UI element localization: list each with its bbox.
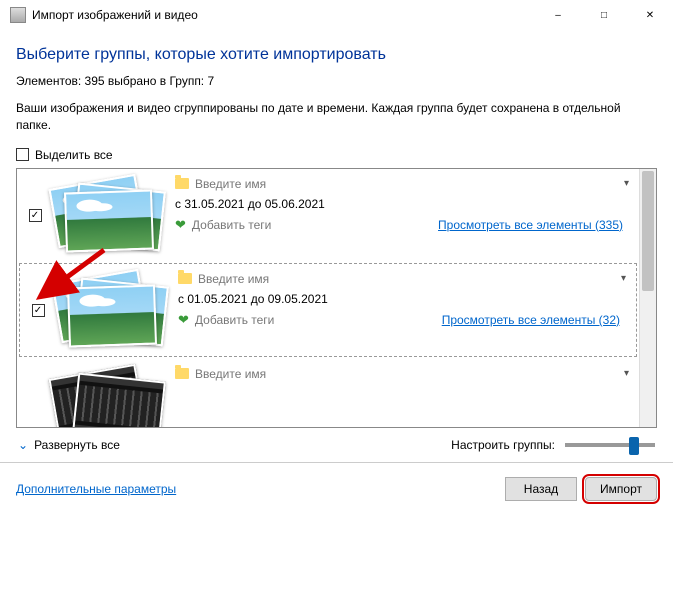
minimize-button[interactable]: – <box>535 0 581 30</box>
scrollbar[interactable] <box>639 169 656 427</box>
group-slider[interactable] <box>565 443 655 447</box>
group-checkbox[interactable]: ✓ <box>29 209 42 222</box>
expand-all-toggle[interactable]: ⌄ Развернуть все <box>18 438 120 452</box>
view-all-link[interactable]: Просмотреть все элементы (32) <box>442 313 620 327</box>
group-item[interactable]: ✓ Введите имя ▾ с 01.05.2021 до 09.05.20… <box>19 263 637 357</box>
close-button[interactable]: ✕ <box>627 0 673 30</box>
date-range: с 31.05.2021 до 05.06.2021 <box>175 197 629 211</box>
page-heading: Выберите группы, которые хотите импортир… <box>16 46 657 64</box>
footer: Дополнительные параметры Назад Импорт <box>0 462 673 515</box>
group-name-input[interactable]: Введите имя <box>195 367 618 381</box>
description-text: Ваши изображения и видео сгруппированы п… <box>16 100 657 134</box>
view-all-link[interactable]: Просмотреть все элементы (335) <box>438 218 623 232</box>
folder-icon <box>175 368 189 379</box>
back-button[interactable]: Назад <box>505 477 577 501</box>
scrollbar-thumb[interactable] <box>642 171 654 291</box>
slider-knob[interactable] <box>629 437 639 455</box>
thumbnail-stack <box>47 367 167 428</box>
tag-icon: ❤ <box>175 217 186 233</box>
maximize-button[interactable]: □ <box>581 0 627 30</box>
folder-icon <box>175 178 189 189</box>
add-tags-label[interactable]: Добавить теги <box>195 313 274 327</box>
groups-list: ✓ Введите имя ▾ с 31.05.2021 до 05.06.20… <box>16 168 657 428</box>
chevron-down-icon[interactable]: ▾ <box>624 178 629 189</box>
summary-text: Элементов: 395 выбрано в Групп: 7 <box>16 74 657 88</box>
select-all-label: Выделить все <box>35 148 113 162</box>
thumbnail-stack <box>47 177 167 255</box>
group-item[interactable]: Введите имя ▾ <box>17 359 639 428</box>
window-title: Импорт изображений и видео <box>32 8 535 22</box>
adjust-groups-label: Настроить группы: <box>451 438 555 452</box>
chevron-down-icon[interactable]: ▾ <box>621 273 626 284</box>
group-checkbox[interactable]: ✓ <box>32 304 45 317</box>
group-name-input[interactable]: Введите имя <box>198 272 615 286</box>
select-all-row[interactable]: Выделить все <box>16 148 657 162</box>
group-name-input[interactable]: Введите имя <box>195 177 618 191</box>
expand-all-label: Развернуть все <box>34 438 120 452</box>
titlebar: Импорт изображений и видео – □ ✕ <box>0 0 673 30</box>
tag-icon: ❤ <box>178 312 189 328</box>
group-item[interactable]: ✓ Введите имя ▾ с 31.05.2021 до 05.06.20… <box>17 169 639 261</box>
folder-icon <box>178 273 192 284</box>
app-icon <box>10 7 26 23</box>
import-button[interactable]: Импорт <box>585 477 657 501</box>
chevron-down-icon[interactable]: ▾ <box>624 368 629 379</box>
date-range: с 01.05.2021 до 09.05.2021 <box>178 292 626 306</box>
select-all-checkbox[interactable] <box>16 148 29 161</box>
chevron-down-icon: ⌄ <box>18 438 28 452</box>
thumbnail-stack <box>50 272 170 350</box>
add-tags-label[interactable]: Добавить теги <box>192 218 271 232</box>
more-options-link[interactable]: Дополнительные параметры <box>16 482 176 496</box>
